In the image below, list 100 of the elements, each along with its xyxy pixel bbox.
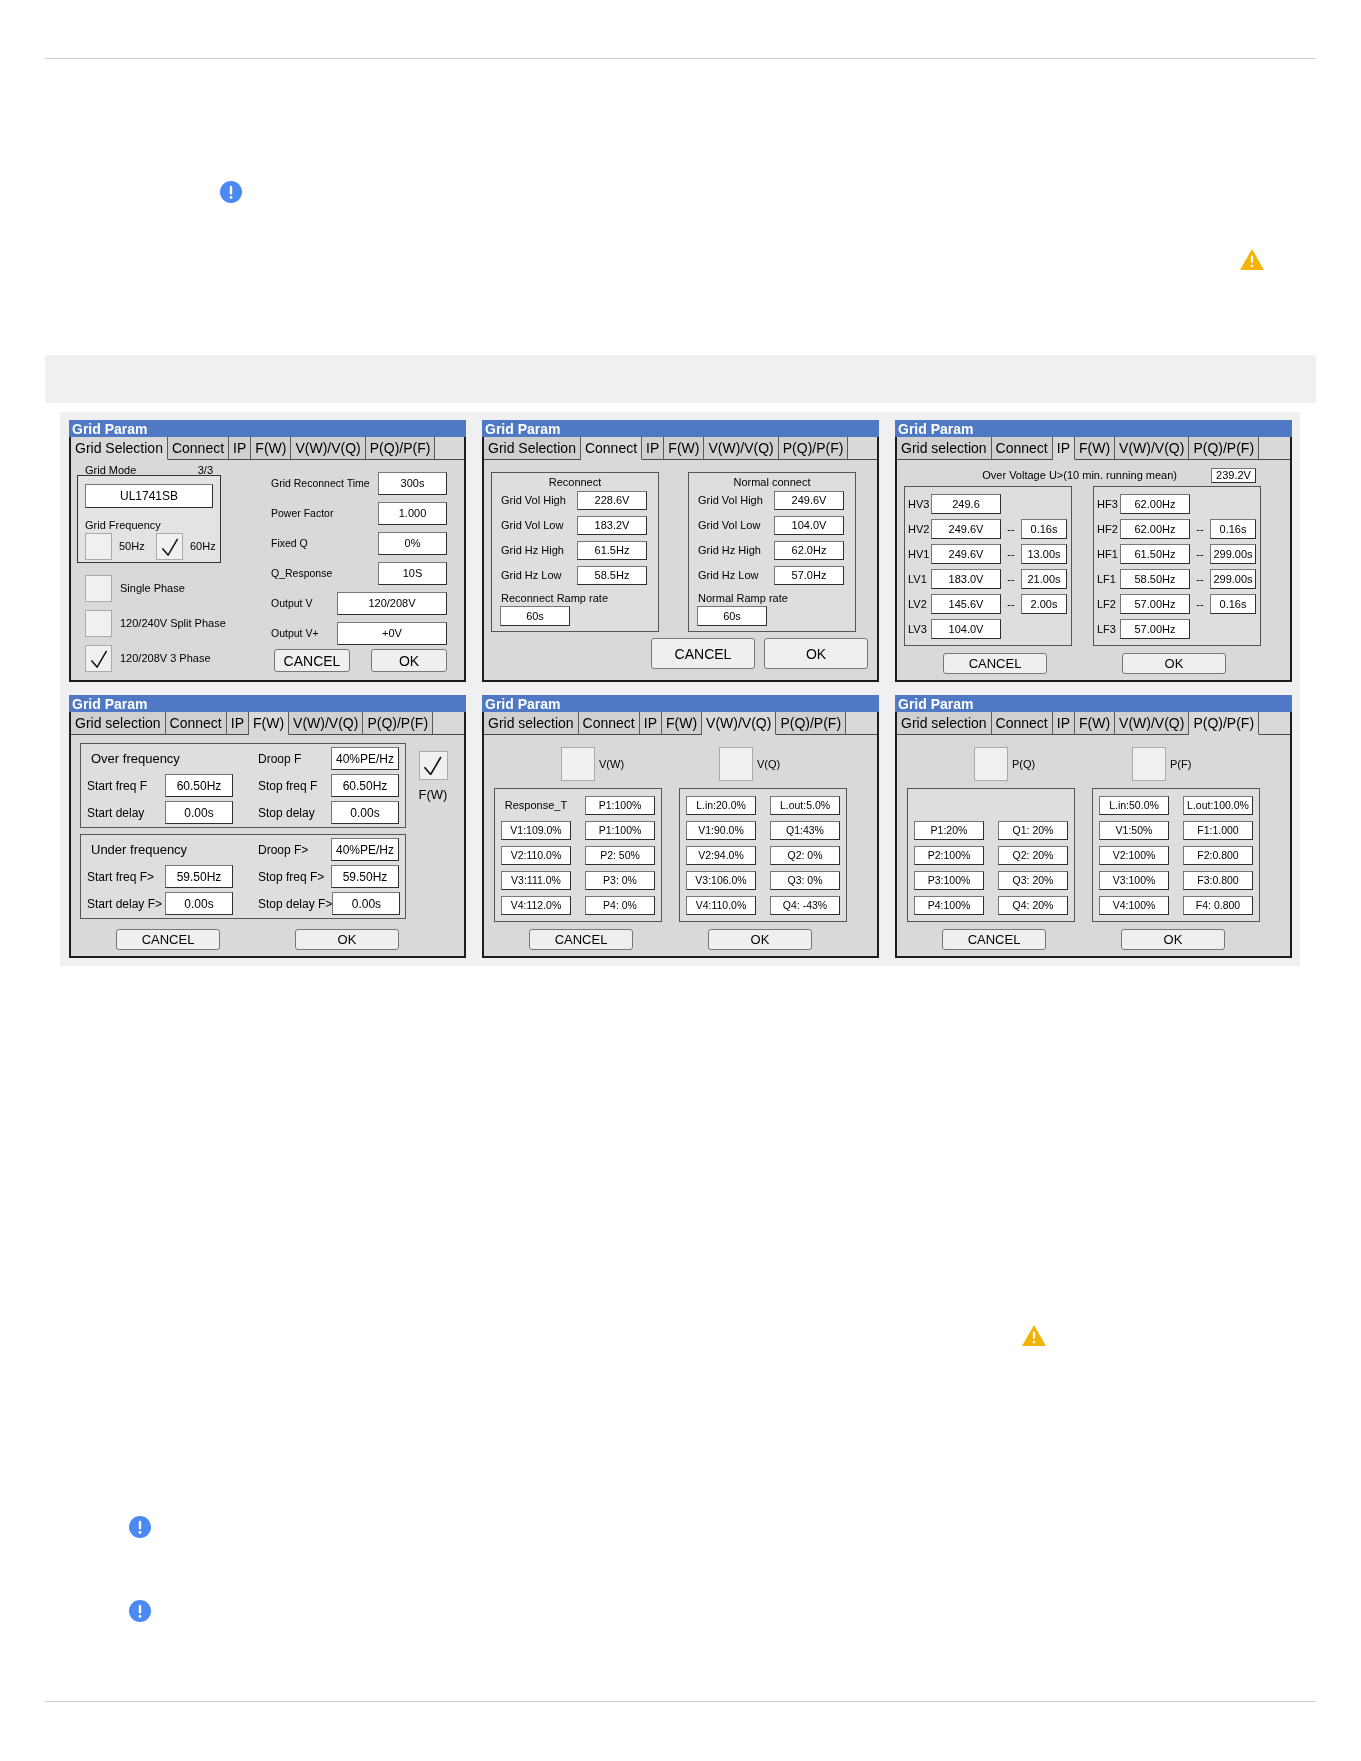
value-field[interactable]: UL1741SB bbox=[85, 484, 213, 508]
tab[interactable]: F(W) bbox=[1075, 437, 1116, 460]
dialog-button[interactable]: OK bbox=[371, 649, 447, 672]
value-field[interactable]: 40%PE/Hz bbox=[331, 747, 399, 770]
value-field[interactable]: P1:20% bbox=[914, 821, 984, 840]
value-field[interactable]: 61.50Hz bbox=[1120, 544, 1190, 564]
value-field[interactable]: 62.00Hz bbox=[1120, 519, 1190, 539]
tab[interactable]: F(W) bbox=[662, 712, 703, 735]
checkbox[interactable] bbox=[85, 610, 112, 637]
tab[interactable]: IP bbox=[226, 712, 249, 735]
value-field[interactable]: Q4: -43% bbox=[770, 896, 840, 915]
value-field[interactable]: 40%PE/Hz bbox=[331, 838, 399, 861]
tab[interactable]: IP bbox=[639, 712, 662, 735]
value-field[interactable]: F1:1.000 bbox=[1183, 821, 1253, 840]
tab[interactable]: V(W)/V(Q) bbox=[702, 712, 777, 735]
value-field[interactable]: F3:0.800 bbox=[1183, 871, 1253, 890]
value-field[interactable]: 299.00s bbox=[1210, 544, 1256, 564]
tab[interactable]: Grid selection bbox=[71, 712, 166, 735]
value-field[interactable]: 57.00Hz bbox=[1120, 619, 1190, 639]
value-field[interactable]: V1:90.0% bbox=[686, 821, 756, 840]
checkbox[interactable] bbox=[85, 645, 112, 672]
tab[interactable]: P(Q)/P(F) bbox=[363, 712, 434, 735]
value-field[interactable]: P4: 0% bbox=[585, 896, 655, 915]
dialog-button[interactable]: OK bbox=[764, 638, 868, 669]
value-field[interactable]: 0.16s bbox=[1210, 594, 1256, 614]
value-field[interactable]: 60s bbox=[500, 606, 570, 626]
value-field[interactable]: L.out:5.0% bbox=[770, 796, 840, 815]
dialog-button[interactable]: CANCEL bbox=[651, 638, 755, 669]
value-field[interactable]: 300s bbox=[378, 472, 447, 495]
dialog-button[interactable]: OK bbox=[1122, 653, 1226, 674]
value-field[interactable]: V4:112.0% bbox=[501, 896, 571, 915]
value-field[interactable]: 0.00s bbox=[165, 801, 233, 824]
value-field[interactable]: Q4: 20% bbox=[998, 896, 1068, 915]
tab[interactable]: F(W) bbox=[249, 712, 290, 735]
value-field[interactable]: 1.000 bbox=[378, 502, 447, 525]
dialog-button[interactable]: CANCEL bbox=[943, 653, 1047, 674]
value-field[interactable]: 21.00s bbox=[1021, 569, 1067, 589]
tab[interactable]: P(Q)/P(F) bbox=[1189, 437, 1260, 460]
value-field[interactable]: P3:100% bbox=[914, 871, 984, 890]
value-field[interactable]: 13.00s bbox=[1021, 544, 1067, 564]
value-field[interactable]: 239.2V bbox=[1211, 468, 1256, 483]
value-field[interactable]: 59.50Hz bbox=[165, 865, 233, 888]
value-field[interactable]: 0.00s bbox=[331, 801, 399, 824]
value-field[interactable]: 0.00s bbox=[332, 892, 401, 915]
tab[interactable]: F(W) bbox=[251, 437, 292, 460]
tab[interactable]: IP bbox=[1052, 712, 1075, 735]
tab[interactable]: Grid selection bbox=[484, 712, 579, 735]
tab[interactable]: Connect bbox=[167, 437, 230, 460]
tab[interactable]: V(W)/V(Q) bbox=[1115, 437, 1190, 460]
value-field[interactable]: 60s bbox=[697, 606, 767, 626]
value-field[interactable]: P2:100% bbox=[914, 846, 984, 865]
value-field[interactable]: Q2: 20% bbox=[998, 846, 1068, 865]
value-field[interactable]: 249.6V bbox=[931, 519, 1001, 539]
value-field[interactable]: P4:100% bbox=[914, 896, 984, 915]
tab[interactable]: V(W)/V(Q) bbox=[704, 437, 779, 460]
tab[interactable]: F(W) bbox=[1075, 712, 1116, 735]
value-field[interactable]: 249.6V bbox=[774, 491, 844, 510]
value-field[interactable]: 58.5Hz bbox=[577, 566, 647, 585]
value-field[interactable]: V2:110.0% bbox=[501, 846, 571, 865]
value-field[interactable]: 228.6V bbox=[577, 491, 647, 510]
checkbox[interactable] bbox=[85, 533, 112, 560]
value-field[interactable]: +0V bbox=[337, 622, 447, 645]
value-field[interactable]: V4:100% bbox=[1099, 896, 1169, 915]
value-field[interactable]: Q3: 0% bbox=[770, 871, 840, 890]
tab[interactable]: Grid selection bbox=[897, 437, 992, 460]
value-field[interactable]: 59.50Hz bbox=[331, 865, 399, 888]
dialog-button[interactable]: OK bbox=[295, 929, 399, 950]
value-field[interactable]: 104.0V bbox=[931, 619, 1001, 639]
checkbox[interactable] bbox=[1132, 747, 1166, 781]
value-field[interactable]: 62.00Hz bbox=[1120, 494, 1190, 514]
value-field[interactable]: 58.50Hz bbox=[1120, 569, 1190, 589]
value-field[interactable]: P2: 50% bbox=[585, 846, 655, 865]
tab[interactable]: Connect bbox=[991, 712, 1053, 735]
dialog-button[interactable]: CANCEL bbox=[529, 929, 633, 950]
dialog-button[interactable]: CANCEL bbox=[116, 929, 220, 950]
value-field[interactable]: L.in:20.0% bbox=[686, 796, 756, 815]
tab[interactable]: Connect bbox=[165, 712, 227, 735]
tab[interactable]: IP bbox=[642, 437, 665, 460]
checkbox[interactable] bbox=[418, 751, 448, 780]
value-field[interactable]: P1:100% bbox=[585, 821, 655, 840]
value-field[interactable]: Q1:43% bbox=[770, 821, 840, 840]
value-field[interactable]: 120/208V bbox=[337, 592, 447, 615]
value-field[interactable]: V2:100% bbox=[1099, 846, 1169, 865]
value-field[interactable]: 62.0Hz bbox=[774, 541, 844, 560]
tab[interactable]: P(Q)/P(F) bbox=[1189, 712, 1260, 735]
tab[interactable]: P(Q)/P(F) bbox=[365, 437, 436, 460]
tab[interactable]: Grid Selection bbox=[71, 437, 168, 460]
value-field[interactable]: 2.00s bbox=[1021, 594, 1067, 614]
value-field[interactable]: 57.00Hz bbox=[1120, 594, 1190, 614]
value-field[interactable]: V3:111.0% bbox=[501, 871, 571, 890]
tab[interactable]: V(W)/V(Q) bbox=[1115, 712, 1190, 735]
value-field[interactable]: 0.16s bbox=[1210, 519, 1256, 539]
value-field[interactable]: 183.2V bbox=[577, 516, 647, 535]
value-field[interactable]: 249.6V bbox=[931, 544, 1001, 564]
dialog-button[interactable]: OK bbox=[1121, 929, 1225, 950]
value-field[interactable]: V3:106.0% bbox=[686, 871, 756, 890]
value-field[interactable]: 0% bbox=[378, 532, 447, 555]
value-field[interactable]: 145.6V bbox=[931, 594, 1001, 614]
value-field[interactable]: F4: 0.800 bbox=[1183, 896, 1253, 915]
value-field[interactable]: L.out:100.0% bbox=[1183, 796, 1253, 815]
